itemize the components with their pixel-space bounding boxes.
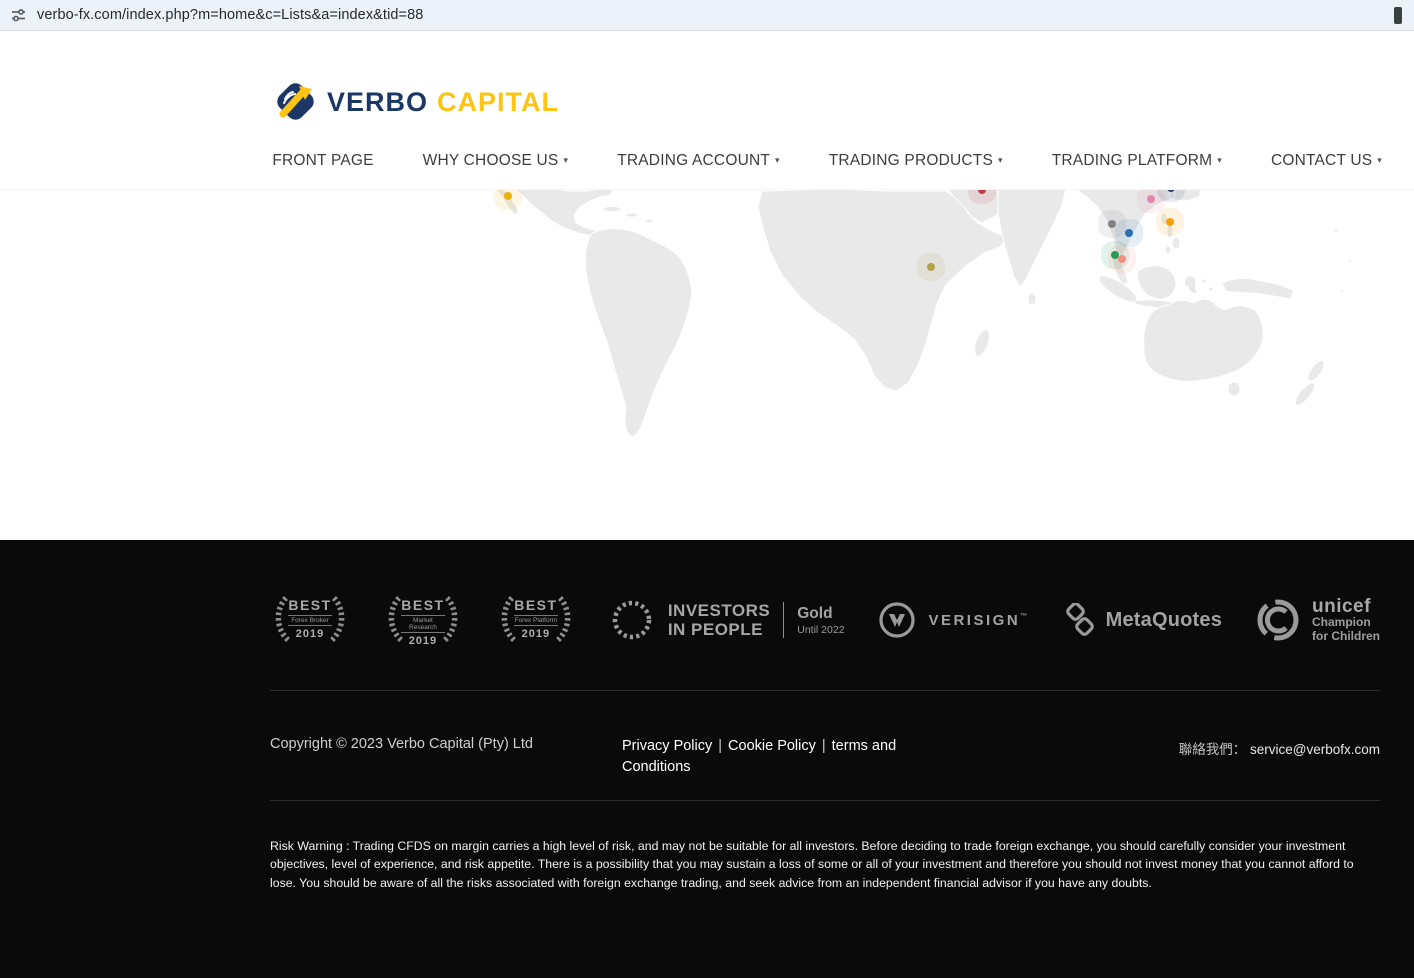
iip-until: Until 2022 [797, 624, 844, 636]
unicef-logo: unicef Champion for Children [1255, 597, 1380, 643]
verisign-icon [877, 600, 917, 640]
chevron-down-icon: ▾ [563, 155, 568, 165]
nav-label: WHY CHOOSE US [423, 152, 559, 169]
nav-item-contact-us[interactable]: CONTACT US ▾ [1271, 152, 1382, 170]
badge-year: 2019 [496, 628, 576, 640]
browser-extension-icon[interactable] [1394, 7, 1402, 24]
link-separator: | [712, 738, 728, 754]
cookie-policy-link[interactable]: Cookie Policy [728, 738, 816, 754]
badge-title: BEST [496, 597, 576, 613]
policy-links: Privacy Policy|Cookie Policy|terms and C… [622, 736, 904, 778]
metaquotes-label: MetaQuotes [1106, 609, 1222, 632]
metaquotes-logo: MetaQuotes [1063, 603, 1222, 637]
logo[interactable]: VERBO CAPITAL [272, 81, 559, 123]
logo-brand-primary: VERBO [327, 87, 428, 118]
logo-brand-secondary: CAPITAL [437, 87, 559, 118]
chevron-down-icon: ▾ [998, 155, 1003, 165]
privacy-policy-link[interactable]: Privacy Policy [622, 738, 712, 754]
nav-label: TRADING ACCOUNT [617, 152, 770, 169]
nav-label: FRONT PAGE [272, 152, 373, 169]
divider [783, 602, 784, 638]
nav-item-trading-products[interactable]: TRADING PRODUCTS ▾ [829, 152, 1003, 170]
nav-item-front-page[interactable]: FRONT PAGE [272, 152, 373, 170]
badge-year: 2019 [270, 628, 350, 640]
copyright-text: Copyright © 2023 Verbo Capital (Pty) Ltd [270, 736, 622, 752]
link-separator: | [816, 738, 832, 754]
chevron-down-icon: ▾ [1377, 155, 1382, 165]
contact-info: 聯絡我們： service@verbofx.com [1179, 736, 1380, 758]
nav-label: TRADING PLATFORM [1052, 152, 1213, 169]
award-badge-forex-broker: BEST Forex Broker 2019 [270, 590, 350, 650]
wreath-icon [609, 597, 655, 643]
verisign-logo: VERISIGN™ [877, 600, 1029, 640]
badge-subtitle: Forex Broker [288, 615, 332, 626]
nav-item-why-choose-us[interactable]: WHY CHOOSE US ▾ [423, 152, 569, 170]
footer-badges-row: BEST Forex Broker 2019 BEST Market Resea… [270, 586, 1380, 654]
iip-line2: IN PEOPLE [668, 620, 763, 639]
nav-label: CONTACT US [1271, 152, 1372, 169]
iip-award: Gold [797, 605, 844, 623]
chevron-down-icon: ▾ [775, 155, 780, 165]
trademark-symbol: ™ [1020, 613, 1030, 620]
unicef-name: unicef [1312, 598, 1380, 615]
award-badge-market-research: BEST Market Research 2019 [383, 590, 463, 650]
unicef-line2: Champion [1312, 615, 1380, 629]
badge-year: 2019 [383, 635, 463, 647]
browser-url-bar: verbo-fx.com/index.php?m=home&c=Lists&a=… [0, 0, 1414, 31]
nav-item-trading-account[interactable]: TRADING ACCOUNT ▾ [617, 152, 780, 170]
unicef-icon [1255, 597, 1301, 643]
iip-line1: INVESTORS [668, 601, 770, 620]
badge-title: BEST [270, 597, 350, 613]
footer: BEST Forex Broker 2019 BEST Market Resea… [0, 540, 1414, 978]
badge-title: BEST [383, 597, 463, 613]
main-nav: FRONT PAGE WHY CHOOSE US ▾ TRADING ACCOUN… [272, 152, 1382, 170]
page: VERBO CAPITAL FRONT PAGE WHY CHOOSE US ▾ … [0, 31, 1414, 978]
risk-warning-text: Risk Warning : Trading CFDS on margin ca… [270, 837, 1380, 892]
nav-label: TRADING PRODUCTS [829, 152, 993, 169]
award-badge-forex-platform: BEST Forex Platform 2019 [496, 590, 576, 650]
contact-label: 聯絡我們： [1179, 742, 1247, 757]
badge-subtitle: Market Research [401, 615, 445, 633]
footer-legal-row: Copyright © 2023 Verbo Capital (Pty) Ltd… [270, 736, 1380, 778]
url-text[interactable]: verbo-fx.com/index.php?m=home&c=Lists&a=… [37, 7, 423, 23]
logo-text: VERBO CAPITAL [327, 87, 559, 118]
footer-divider-top [270, 690, 1380, 691]
unicef-line3: for Children [1312, 629, 1380, 643]
metaquotes-icon [1063, 603, 1097, 637]
site-settings-icon[interactable] [10, 7, 27, 24]
investors-in-people-logo: INVESTORS IN PEOPLE Gold Until 2022 [609, 597, 845, 643]
contact-email[interactable]: service@verbofx.com [1250, 742, 1380, 757]
badge-subtitle: Forex Platform [514, 615, 558, 626]
nav-item-trading-platform[interactable]: TRADING PLATFORM ▾ [1052, 152, 1222, 170]
chevron-down-icon: ▾ [1217, 155, 1222, 165]
logo-icon [272, 81, 318, 123]
site-header: VERBO CAPITAL FRONT PAGE WHY CHOOSE US ▾ … [0, 31, 1414, 190]
footer-divider-bottom [270, 800, 1380, 801]
verisign-label: VERISIGN [928, 612, 1020, 629]
